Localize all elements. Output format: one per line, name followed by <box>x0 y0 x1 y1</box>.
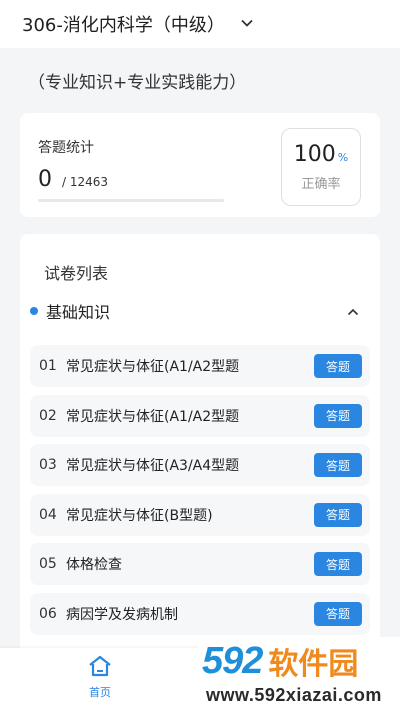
answer-button[interactable]: 答题 <box>314 601 362 626</box>
item-name: 常见症状与体征(A3/A4型题 <box>66 458 240 474</box>
item-index: 04 <box>39 506 57 523</box>
item-index: 06 <box>39 605 57 622</box>
watermark-url: www.592xiazai.com <box>206 685 382 705</box>
answer-button[interactable]: 答题 <box>314 354 362 378</box>
nav-home[interactable]: 首页 <box>75 654 125 700</box>
subject-subtitle: （专业知识+专业实践能力） <box>28 73 247 93</box>
list-item[interactable]: 04 常见症状与体征(B型题) 答题 <box>30 493 370 536</box>
item-index: 03 <box>39 457 57 473</box>
item-name: 病因学及发病机制 <box>66 606 178 623</box>
section-header[interactable]: 基础知识 <box>28 298 372 324</box>
watermark-logo: 592 软件园 www.592xiazai.com <box>198 637 400 711</box>
app-header: 306-消化内科学（中级） <box>0 0 400 48</box>
item-index: 02 <box>39 407 57 424</box>
accuracy-box: 100% 正确率 <box>281 128 361 206</box>
list-item[interactable]: 06 病因学及发病机制 答题 <box>30 592 370 635</box>
section-dot-icon <box>30 307 38 315</box>
list-item[interactable]: 01 常见症状与体征(A1/A2型题 答题 <box>30 345 370 387</box>
list-item[interactable]: 05 体格检查 答题 <box>30 543 370 585</box>
accuracy-label: 正确率 <box>301 177 341 192</box>
accuracy-value: 100% <box>293 142 349 167</box>
paper-list-card: 试卷列表 基础知识 01 常见症状与体征(A1/A2型题 答题 02 常见症状与… <box>20 234 380 664</box>
answer-button[interactable]: 答题 <box>314 552 362 576</box>
answer-button[interactable]: 答题 <box>314 403 362 428</box>
item-name: 常见症状与体征(A1/A2型题 <box>66 408 240 425</box>
accuracy-unit: % <box>337 151 349 164</box>
stats-label: 答题统计 <box>38 140 94 156</box>
watermark-name: 软件园 <box>268 647 359 682</box>
total-count: / 12463 <box>62 175 109 189</box>
stats-card: 答题统计 0 / 12463 100% 正确率 <box>20 113 380 217</box>
answered-count: 0 <box>38 167 52 192</box>
answer-button[interactable]: 答题 <box>314 502 362 527</box>
question-list: 01 常见症状与体征(A1/A2型题 答题 02 常见症状与体征(A1/A2型题… <box>30 345 370 642</box>
section-name: 基础知识 <box>46 303 111 322</box>
item-index: 01 <box>39 358 57 374</box>
stats-count: 0 / 12463 <box>38 167 108 192</box>
chevron-up-icon[interactable] <box>346 304 360 318</box>
item-name: 体格检查 <box>66 557 122 573</box>
paper-list-title: 试卷列表 <box>44 264 109 283</box>
watermark-brand: 592 软件园 <box>202 639 358 683</box>
item-name: 常见症状与体征(B型题) <box>66 507 213 524</box>
item-name: 常见症状与体征(A1/A2型题 <box>66 359 240 375</box>
nav-home-label: 首页 <box>89 686 111 699</box>
progress-bar <box>38 199 224 202</box>
watermark-number: 592 <box>202 639 263 682</box>
chevron-down-icon[interactable] <box>241 17 253 32</box>
list-item[interactable]: 02 常见症状与体征(A1/A2型题 答题 <box>30 394 370 437</box>
home-icon <box>86 655 114 682</box>
answer-button[interactable]: 答题 <box>314 453 362 477</box>
item-index: 05 <box>39 556 57 572</box>
subject-title[interactable]: 306-消化内科学（中级） <box>22 11 225 37</box>
list-item[interactable]: 03 常见症状与体征(A3/A4型题 答题 <box>30 444 370 486</box>
